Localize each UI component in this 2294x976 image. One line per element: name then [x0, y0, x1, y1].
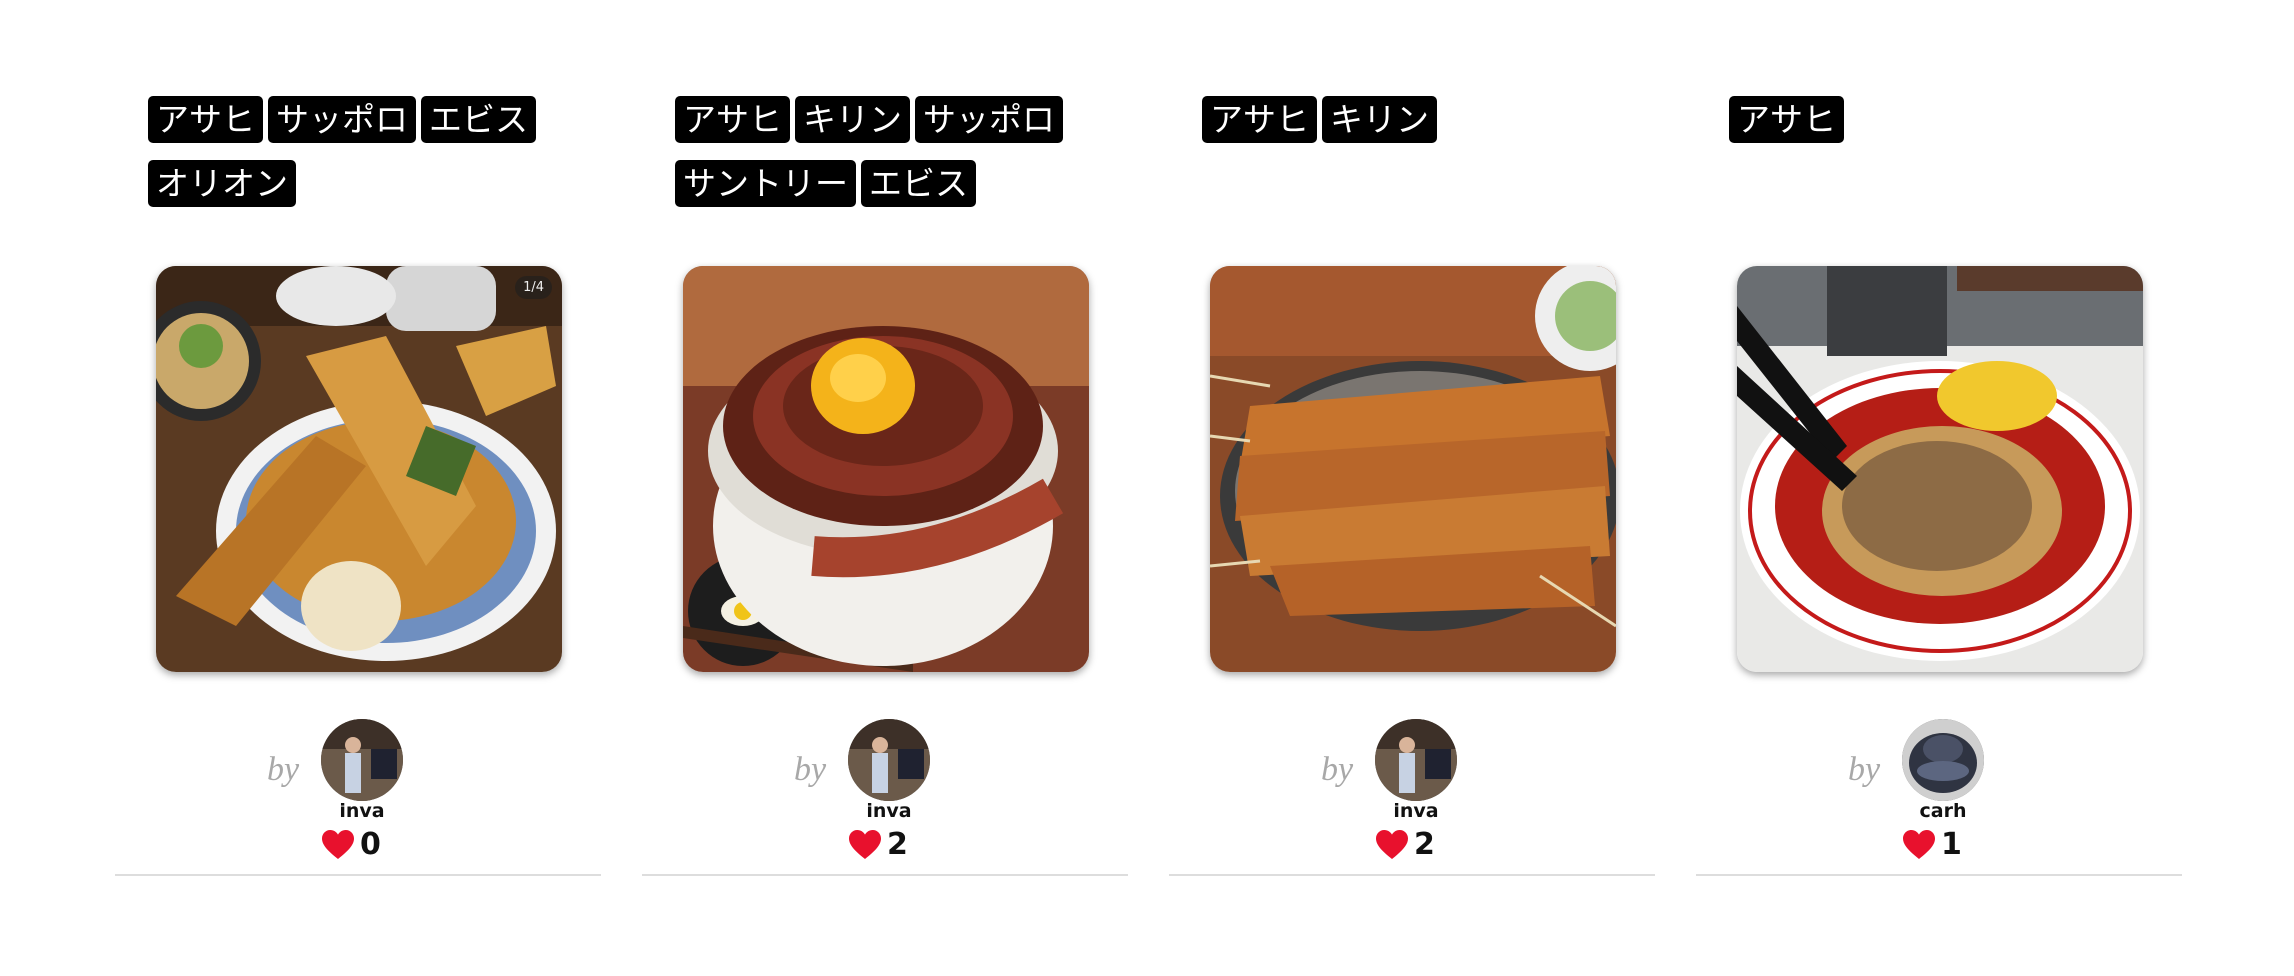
tag-list: アサヒ — [1729, 96, 2149, 143]
post-card: アサヒ サッポロ エビス オリオン 1/4 by inva 0 — [115, 96, 601, 876]
post-card: アサヒ キリン by inva 2 — [1169, 96, 1655, 876]
spicy-ramen-photo[interactable] — [1737, 266, 2143, 672]
heart-icon — [322, 830, 354, 859]
tag-list: アサヒ キリン — [1202, 96, 1622, 143]
like-count: 0 — [360, 827, 381, 862]
heart-icon — [849, 830, 881, 859]
tag[interactable]: アサヒ — [1202, 96, 1317, 143]
avatar[interactable] — [321, 719, 403, 801]
by-label: by — [267, 751, 300, 788]
heart-icon — [1903, 830, 1935, 859]
tag[interactable]: キリン — [1322, 96, 1437, 143]
tag[interactable]: アサヒ — [1729, 96, 1844, 143]
like-count: 1 — [1941, 827, 1962, 862]
post-card: アサヒ キリン サッポロ サントリー エビス by inva 2 — [642, 96, 1128, 876]
avatar[interactable] — [848, 719, 930, 801]
username[interactable]: carh — [1893, 800, 1993, 822]
tag-list: アサヒ サッポロ エビス オリオン — [148, 96, 568, 207]
post-card: アサヒ by carh 1 — [1696, 96, 2182, 876]
tag[interactable]: キリン — [795, 96, 910, 143]
sausage-egg-bowl-photo[interactable] — [683, 266, 1089, 672]
tag-list: アサヒ キリン サッポロ サントリー エビス — [675, 96, 1095, 207]
avatar[interactable] — [1902, 719, 1984, 801]
by-label: by — [1848, 751, 1881, 788]
username[interactable]: inva — [839, 800, 939, 822]
photo-counter-badge: 1/4 — [515, 276, 552, 299]
by-label: by — [1321, 751, 1354, 788]
tag[interactable]: サッポロ — [268, 96, 416, 143]
username[interactable]: inva — [312, 800, 412, 822]
tag[interactable]: アサヒ — [675, 96, 790, 143]
tag[interactable]: サッポロ — [915, 96, 1063, 143]
by-label: by — [794, 751, 827, 788]
tag[interactable]: サントリー — [675, 160, 856, 207]
post-grid: アサヒ サッポロ エビス オリオン 1/4 by inva 0 アサヒ キリン … — [115, 96, 2182, 876]
tag[interactable]: オリオン — [148, 160, 296, 207]
tag[interactable]: エビス — [421, 96, 536, 143]
kushikatsu-skewers-photo[interactable] — [1210, 266, 1616, 672]
heart-icon — [1376, 830, 1408, 859]
like-button[interactable]: 2 — [1376, 829, 1435, 861]
like-button[interactable]: 2 — [849, 829, 908, 861]
username[interactable]: inva — [1366, 800, 1466, 822]
like-count: 2 — [1414, 827, 1435, 862]
like-count: 2 — [887, 827, 908, 862]
like-button[interactable]: 0 — [322, 829, 381, 861]
tag[interactable]: エビス — [861, 160, 976, 207]
tag[interactable]: アサヒ — [148, 96, 263, 143]
avatar[interactable] — [1375, 719, 1457, 801]
like-button[interactable]: 1 — [1903, 829, 1962, 861]
tempura-bowl-photo[interactable]: 1/4 — [156, 266, 562, 672]
